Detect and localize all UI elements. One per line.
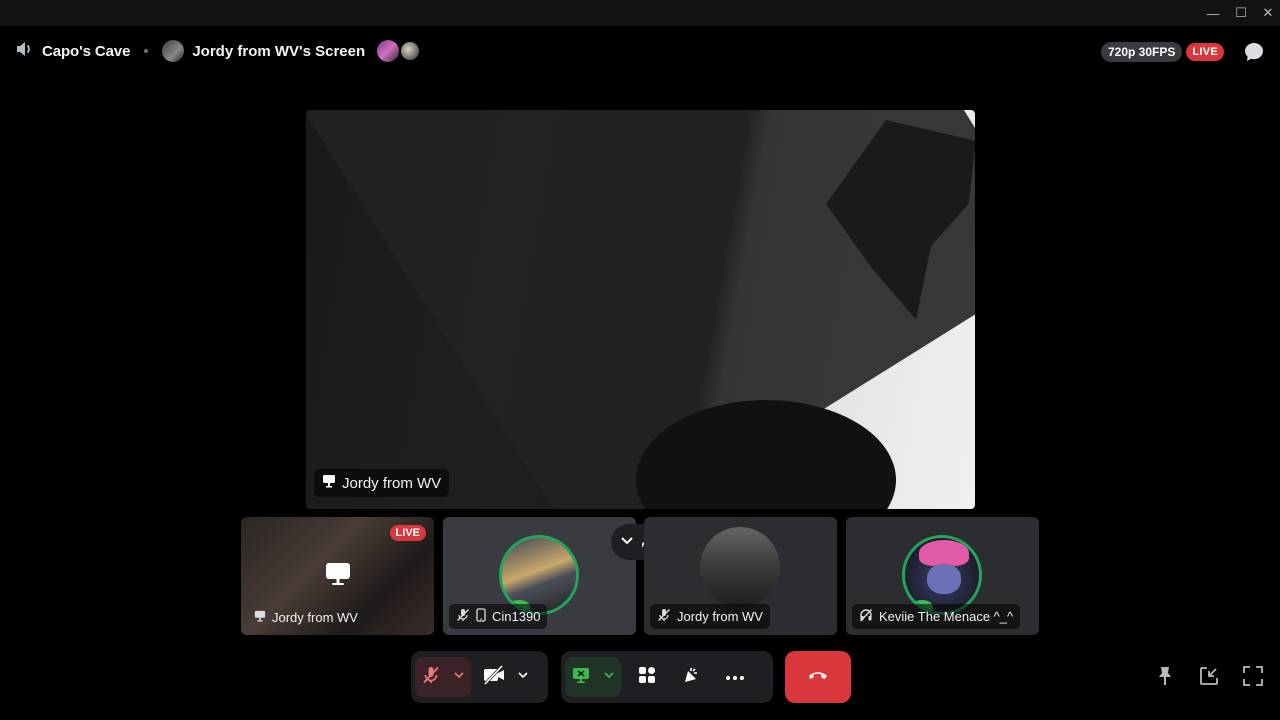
viewer-avatar[interactable] [377,40,400,62]
mic-muted-icon [657,608,671,625]
speaker-icon [14,39,34,64]
participant-name: Jordy from WV [677,609,763,624]
avatar [700,527,780,607]
more-options-button[interactable] [713,657,757,697]
maximize-button[interactable]: ☐ [1228,0,1254,26]
avatar [499,535,579,615]
chevron-down-icon [453,668,465,686]
activities-icon [637,665,657,690]
main-stream-name: Jordy from WV [342,474,442,492]
audio-video-controls [411,651,548,703]
minimize-button[interactable]: — [1200,0,1226,26]
mic-options-button[interactable] [447,657,471,697]
camera-toggle-button[interactable] [477,657,511,697]
monitor-icon [322,474,336,492]
live-badge: LIVE [1186,43,1224,61]
call-header: Capo's Cave Jordy from WV's Screen 720p … [0,26,1280,76]
participant-name: Jordy from WV [272,610,358,625]
streamer-avatar [162,40,185,62]
phone-icon [476,608,486,625]
activity-controls [561,651,773,703]
participant-tile[interactable]: Keviie The Menace ^_^ [846,517,1039,635]
avatar-art [919,540,969,566]
chevron-down-icon [603,668,615,686]
screen-share-button[interactable] [565,657,597,697]
main-stream-video[interactable]: Jordy from WV [306,110,975,509]
stream-quality-badge: 720p 30FPS [1100,42,1183,62]
pin-icon [1155,665,1175,692]
more-icon [725,668,745,686]
participant-name: Keviie The Menace ^_^ [879,609,1014,624]
screen-share-control [565,657,621,697]
participant-name: Cin1390 [492,609,541,624]
chevron-down-icon [517,668,529,686]
screen-share-icon [571,665,591,690]
avatar [902,535,982,615]
monitor-icon [254,610,266,625]
participant-label: Jordy from WV [247,606,365,629]
monitor-icon [325,561,351,592]
mic-toggle-button[interactable] [415,657,447,697]
pop-out-button[interactable] [1195,664,1223,692]
participant-label: Cin1390 [449,604,548,629]
participant-tile[interactable]: Cin1390 [443,517,636,635]
mic-muted-icon [456,608,470,625]
soundboard-button[interactable] [669,657,713,697]
pin-button[interactable] [1151,664,1179,692]
call-breadcrumb: Capo's Cave Jordy from WV's Screen [14,38,422,64]
hang-up-button[interactable] [785,651,851,703]
participant-label: Keviie The Menace ^_^ [852,604,1021,629]
camera-off-icon [483,664,505,690]
avatar-art [927,564,961,594]
soundboard-icon [681,665,701,690]
viewer-avatar[interactable] [399,40,422,62]
window-titlebar: — ☐ ✕ [0,0,1280,26]
mic-muted-icon [421,665,441,690]
pop-out-icon [1198,665,1220,692]
fullscreen-icon [1242,665,1264,692]
breadcrumb-separator [144,49,149,53]
stream-title: Jordy from WV's Screen [192,42,366,60]
mic-control [415,657,471,697]
screen-share-options-button[interactable] [597,657,621,697]
deafened-icon [859,608,873,625]
live-badge: LIVE [389,525,426,541]
participant-tile[interactable]: Jordy from WV [644,517,837,635]
activities-button[interactable] [625,657,669,697]
stream-status: 720p 30FPS LIVE [1100,40,1266,64]
main-stream-label: Jordy from WV [314,469,450,497]
hang-up-icon [807,668,829,686]
voice-channel-name[interactable]: Capo's Cave [42,43,130,60]
participant-label: Jordy from WV [650,604,770,629]
fullscreen-button[interactable] [1239,664,1267,692]
camera-options-button[interactable] [511,657,535,697]
participant-tile[interactable]: LIVE Jordy from WV [241,517,434,635]
chevron-down-icon [620,533,634,552]
chat-bubble-icon[interactable] [1242,40,1266,64]
close-window-button[interactable]: ✕ [1255,0,1280,26]
